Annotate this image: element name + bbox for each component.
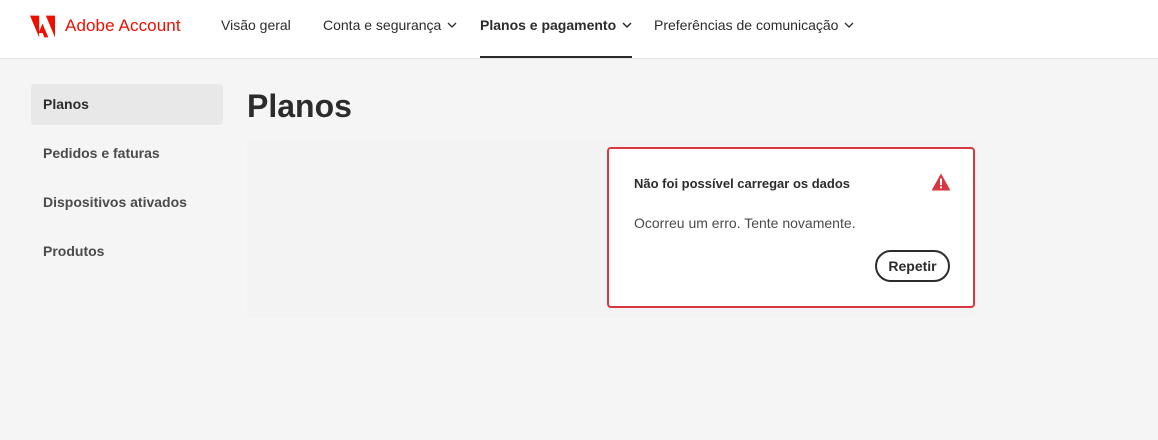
page-title: Planos (247, 88, 352, 124)
alert-triangle-icon (931, 173, 951, 191)
nav-visao-geral[interactable]: Visão geral (221, 0, 291, 58)
chevron-down-icon (622, 22, 632, 29)
error-title: Não foi possível carregar os dados (634, 176, 851, 191)
sidebar-item-dispositivos-ativados[interactable]: Dispositivos ativados (31, 182, 223, 223)
nav-preferencias-de-comunicacao[interactable]: Preferências de comunicação (654, 0, 854, 58)
adobe-logo-icon (30, 15, 55, 37)
sidebar-item-label: Dispositivos ativados (43, 194, 187, 210)
sidebar-item-label: Pedidos e faturas (43, 145, 160, 161)
chevron-down-icon (844, 22, 854, 29)
nav-label: Preferências de comunicação (654, 17, 839, 33)
nav-planos-e-pagamento[interactable]: Planos e pagamento (480, 0, 633, 58)
nav-conta-e-seguranca[interactable]: Conta e segurança (323, 0, 457, 58)
chevron-down-icon (447, 22, 457, 29)
brand-name: Adobe Account (65, 16, 181, 35)
nav-label: Conta e segurança (323, 17, 442, 33)
nav-label: Planos e pagamento (480, 17, 617, 33)
sidebar-item-pedidos-e-faturas[interactable]: Pedidos e faturas (31, 133, 223, 174)
adobe-account-home-link[interactable]: Adobe Account (30, 14, 181, 38)
nav-label: Visão geral (221, 17, 291, 33)
sidebar-item-planos[interactable]: Planos (31, 84, 223, 125)
sidebar-item-label: Planos (43, 96, 89, 112)
sidebar-item-produtos[interactable]: Produtos (31, 231, 223, 272)
error-message: Ocorreu um erro. Tente novamente. (634, 215, 856, 231)
top-navigation-bar: Adobe Account Visão geral Conta e segura… (0, 0, 1158, 59)
error-card: Não foi possível carregar os dados Ocorr… (607, 147, 975, 308)
retry-button[interactable]: Repetir (875, 250, 950, 282)
sidebar-item-label: Produtos (43, 243, 105, 259)
